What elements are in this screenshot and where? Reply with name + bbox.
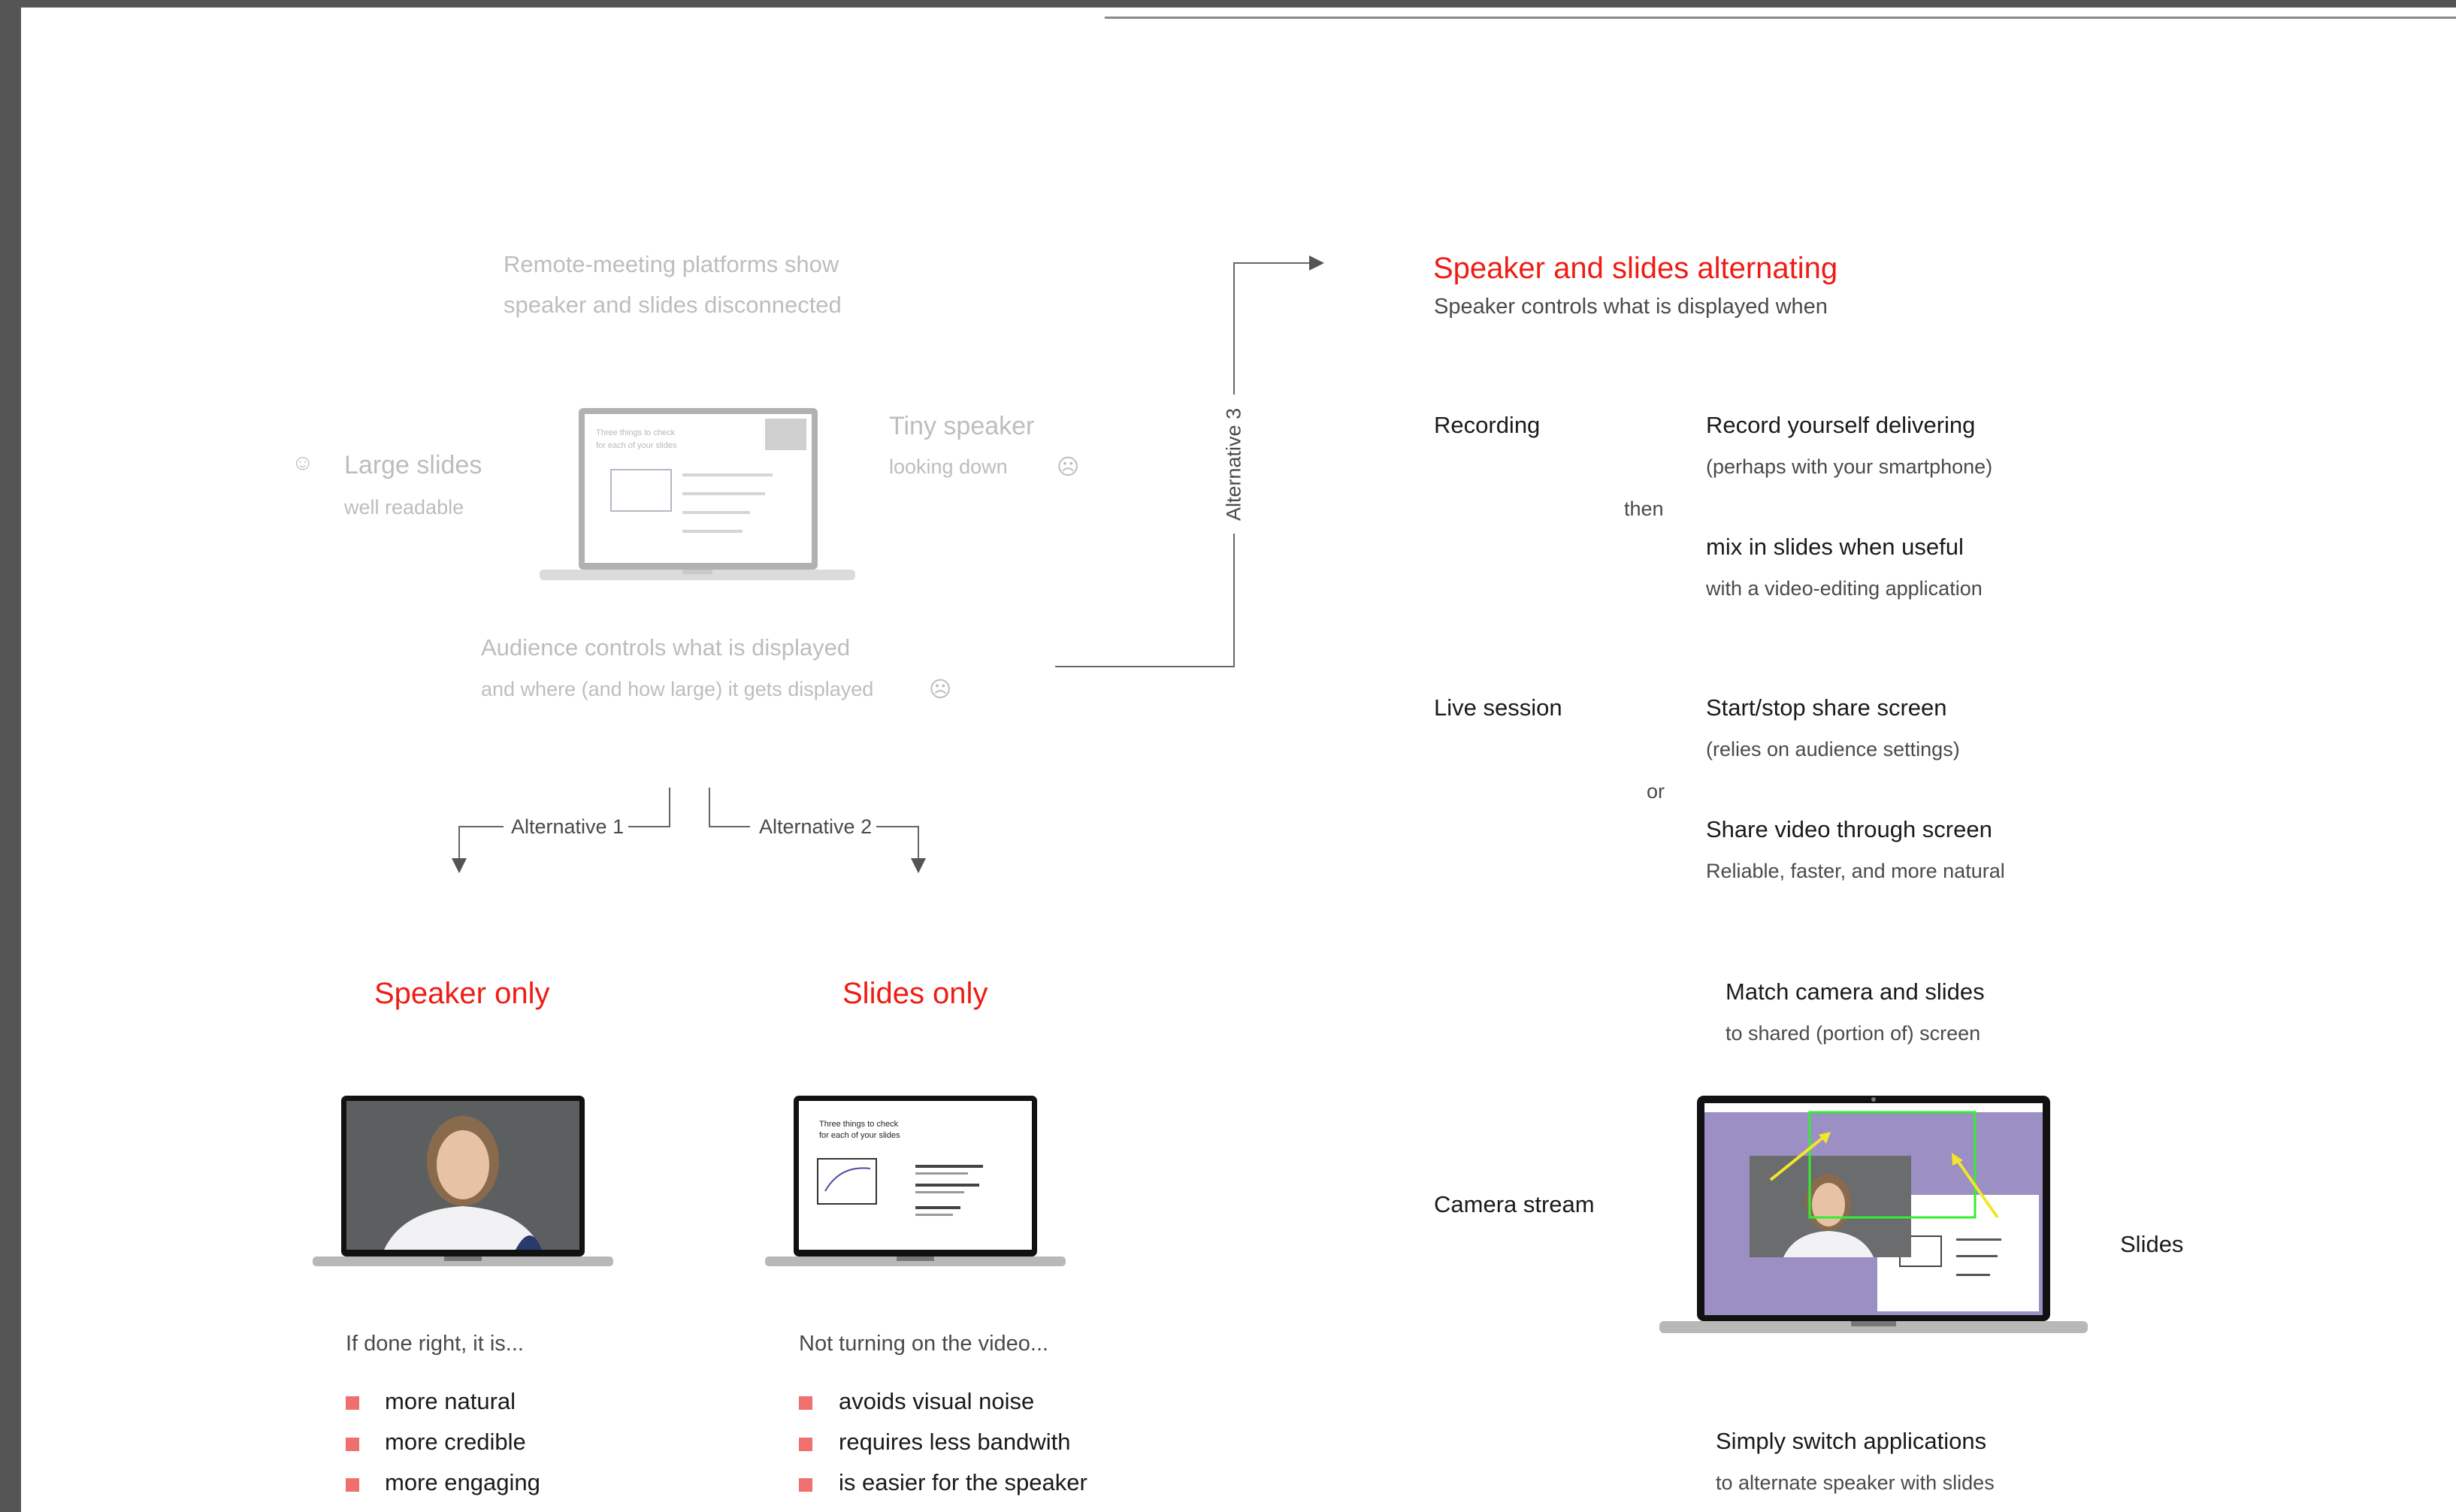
live-session-label: Live session [1434,694,1562,721]
frown-icon: ☹ [1057,455,1080,479]
alternating-title: Speaker and slides alternating [1433,252,1838,285]
laptop-icon [1659,1096,2088,1333]
laptop-icon [313,1096,613,1266]
large-slides-label: Large slides [344,451,482,479]
switch-title: Simply switch applications [1716,1428,1987,1454]
slides-only-intro: Not turning on the video... [799,1332,1049,1356]
live-connector: or [1647,780,1665,803]
speaker-only-intro: If done right, it is... [346,1332,524,1356]
speaker-only-title: Speaker only [374,977,550,1010]
slide-thumb-line2: for each of your slides [819,1131,900,1140]
slide-thumb-line1: Three things to check [819,1120,899,1129]
alternative-1-label: Alternative 1 [511,815,625,838]
connector-lines [452,256,1324,873]
page: Remote-meeting platforms show speaker an… [21,8,2456,1512]
intro-title-line2: speaker and slides disconnected [504,292,842,318]
recording-option-2-sub: with a video-editing application [1706,577,1983,600]
preview-slide-line2: for each of your slides [596,441,677,450]
recording-option-1-title: Record yourself delivering [1706,412,1976,438]
bullet-marker [799,1478,812,1492]
combined-laptop [1659,1090,2088,1345]
laptop-icon [765,1096,1066,1266]
laptop-icon [540,408,855,580]
bullet-marker [799,1438,812,1451]
recording-label: Recording [1434,412,1541,438]
intro-laptop-illustration: Three things to check for each of your s… [540,402,855,586]
speaker-only-bullet-1: more natural [385,1388,516,1414]
bullet-marker [799,1396,812,1410]
intro-title-line1: Remote-meeting platforms show [504,251,839,277]
alternative-3-label: Alternative 3 [1222,407,1245,522]
slides-label: Slides [2120,1231,2184,1257]
live-option-1-title: Start/stop share screen [1706,694,1947,721]
speaker-only-bullet-3: more engaging [385,1469,540,1495]
slides-only-bullet-1: avoids visual noise [839,1388,1035,1414]
slides-only-title: Slides only [842,977,988,1010]
speaker-only-laptop [313,1090,613,1270]
alternative-2-label: Alternative 2 [759,815,873,838]
tiny-speaker-label: Tiny speaker [889,412,1035,440]
camera-stream-label: Camera stream [1434,1191,1595,1217]
tiny-speaker-sub: looking down [889,455,1008,478]
preview-slide-line1: Three things to check [596,428,676,437]
switch-subtitle: to alternate speaker with slides [1716,1471,1995,1494]
bullet-marker [346,1478,359,1492]
live-option-1-sub: (relies on audience settings) [1706,738,1960,761]
recording-option-2-title: mix in slides when useful [1706,534,1964,560]
live-option-2-title: Share video through screen [1706,816,1992,842]
audience-sub: and where (and how large) it gets displa… [481,678,874,700]
live-option-2-sub: Reliable, faster, and more natural [1706,860,2005,882]
recording-connector: then [1624,497,1664,520]
large-slides-sub: well readable [344,496,464,519]
slides-only-laptop: Three things to check for each of your s… [765,1090,1066,1270]
bullet-marker [346,1438,359,1451]
slides-only-bullet-3: is easier for the speaker [839,1469,1087,1495]
bullet-marker [346,1396,359,1410]
slides-only-bullet-2: requires less bandwith [839,1429,1071,1455]
frown-icon: ☹ [929,678,952,702]
match-title: Match camera and slides [1726,978,1985,1005]
recording-option-1-sub: (perhaps with your smartphone) [1706,455,1993,478]
audience-label: Audience controls what is displayed [481,634,851,661]
speaker-only-bullet-2: more credible [385,1429,526,1455]
smile-icon: ☺ [292,451,314,475]
match-subtitle: to shared (portion of) screen [1726,1022,1981,1045]
alternating-subtitle: Speaker controls what is displayed when [1434,295,1828,319]
